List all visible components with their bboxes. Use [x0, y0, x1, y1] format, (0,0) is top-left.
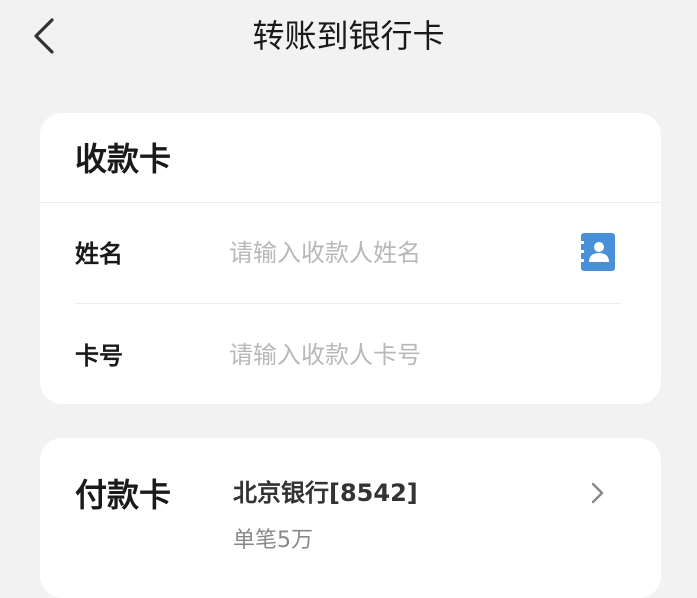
payee-name-label: 姓名 — [75, 240, 123, 268]
payee-card: 收款卡 姓名 卡号 — [40, 113, 661, 404]
payer-card-selector[interactable] — [40, 438, 661, 598]
payer-card-title: 付款卡 — [75, 476, 172, 514]
header-bar: 转账到银行卡 — [0, 0, 697, 76]
page-title: 转账到银行卡 — [252, 17, 445, 55]
contact-book-icon — [581, 233, 615, 271]
payee-card-number-input[interactable] — [229, 335, 569, 375]
divider — [75, 303, 621, 304]
divider — [40, 202, 661, 203]
payee-name-input[interactable] — [229, 233, 569, 273]
payer-card: 付款卡 北京银行[8542] 单笔5万 — [40, 438, 661, 598]
payee-card-number-label: 卡号 — [75, 342, 123, 370]
payer-transfer-limit: 单笔5万 — [233, 528, 313, 553]
chevron-right-icon — [591, 482, 604, 504]
payer-card-arrow[interactable] — [589, 480, 607, 506]
payee-card-title: 收款卡 — [75, 140, 172, 178]
payer-bank-name: 北京银行[8542] — [233, 479, 418, 507]
contact-picker-button[interactable] — [581, 233, 615, 271]
